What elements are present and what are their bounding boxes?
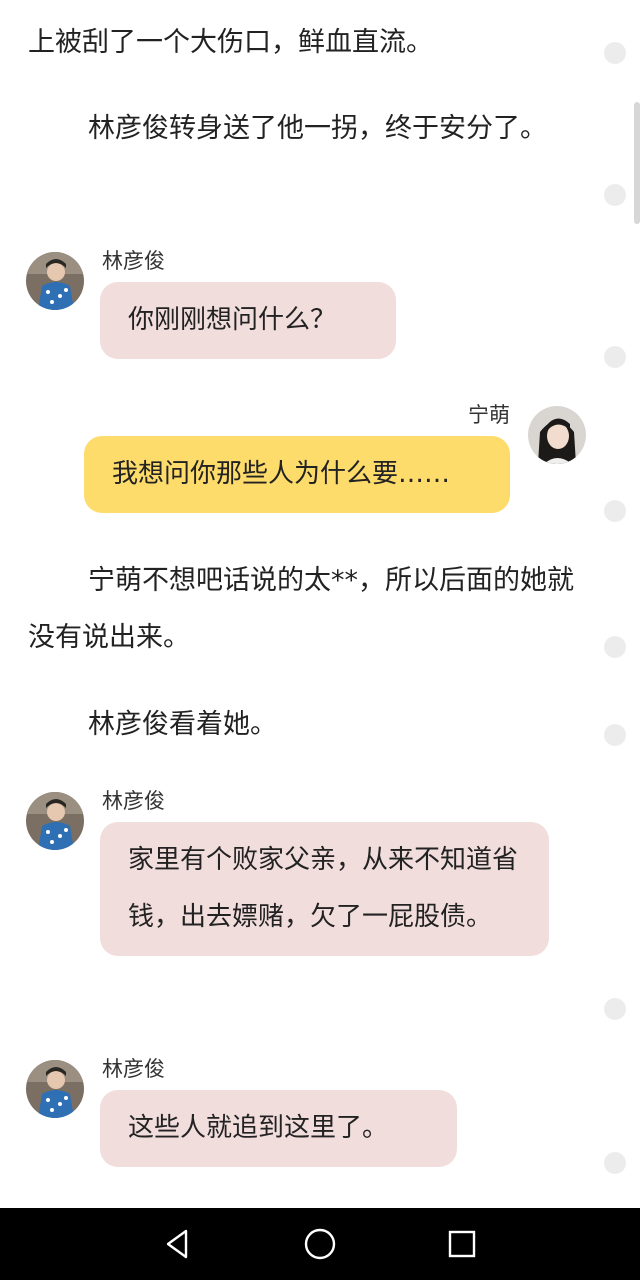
story-paragraph: 宁萌不想吧话说的太**，所以后面的她就没有说出来。	[28, 565, 574, 653]
avatar-lin-yanjun[interactable]	[26, 792, 84, 850]
speaker-name: 林彦俊	[102, 789, 165, 813]
system-navigation-bar	[0, 1208, 640, 1280]
comment-dot-icon[interactable]	[604, 724, 626, 746]
comment-dot-icon[interactable]	[604, 184, 626, 206]
comment-dot-icon[interactable]	[604, 636, 626, 658]
story-paragraph: 上被刮了一个大伤口，鲜血直流。	[28, 27, 433, 58]
circle-home-icon	[304, 1228, 336, 1260]
message-bubble[interactable]: 这些人就追到这里了。	[100, 1090, 457, 1167]
home-button[interactable]	[302, 1226, 338, 1262]
avatar-ning-meng[interactable]	[528, 406, 586, 464]
message-bubble[interactable]: 我想问你那些人为什么要……	[84, 436, 510, 513]
comment-dot-icon[interactable]	[604, 42, 626, 64]
speaker-name: 林彦俊	[102, 249, 165, 273]
scrollbar[interactable]	[634, 102, 640, 224]
story-paragraph: 林彦俊转身送了他一拐，终于安分了。	[88, 113, 547, 144]
message-bubble[interactable]: 家里有个败家父亲，从来不知道省钱，出去嫖赌，欠了一屁股债。	[100, 822, 549, 956]
triangle-back-icon	[166, 1229, 188, 1259]
avatar-lin-yanjun[interactable]	[26, 252, 84, 310]
recents-button[interactable]	[444, 1226, 480, 1262]
chat-story-reader[interactable]: 上被刮了一个大伤口，鲜血直流。 林彦俊转身送了他一拐，终于安分了。 林彦俊 你刚…	[0, 0, 640, 1208]
speaker-name: 宁萌	[468, 403, 510, 427]
avatar-lin-yanjun[interactable]	[26, 1060, 84, 1118]
square-recents-icon	[448, 1230, 476, 1258]
comment-dot-icon[interactable]	[604, 346, 626, 368]
comment-dot-icon[interactable]	[604, 500, 626, 522]
speaker-name: 林彦俊	[102, 1057, 165, 1081]
story-paragraph: 林彦俊看着她。	[88, 709, 277, 740]
comment-dot-icon[interactable]	[604, 1152, 626, 1174]
back-button[interactable]	[160, 1226, 196, 1262]
message-bubble[interactable]: 你刚刚想问什么？	[100, 282, 396, 359]
comment-dot-icon[interactable]	[604, 998, 626, 1020]
